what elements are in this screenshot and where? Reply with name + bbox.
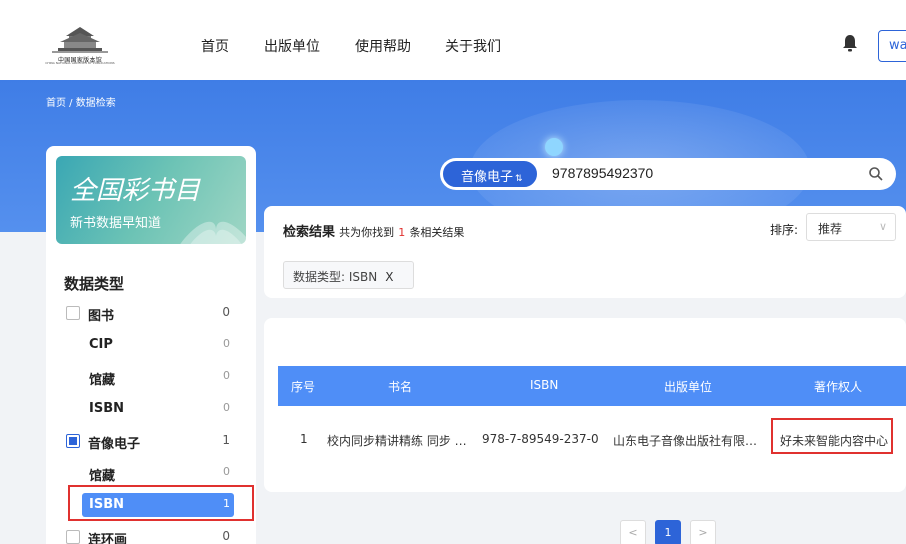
col-index: 序号 xyxy=(291,380,316,394)
subcategory-count: 0 xyxy=(223,401,230,414)
bell-icon[interactable] xyxy=(842,34,858,52)
nav-home[interactable]: 首页 xyxy=(201,36,229,56)
results-prefix: 共为你找到 xyxy=(339,226,395,239)
filter-tag-label: 数据类型: ISBN xyxy=(293,270,378,284)
col-copyright-holder: 著作权人 xyxy=(814,380,863,394)
search-icon[interactable] xyxy=(868,166,884,182)
sort-label: 排序: xyxy=(770,223,799,237)
subcategory-label: 馆藏 xyxy=(89,469,116,484)
subcategory-label: 馆藏 xyxy=(89,373,116,388)
building-logo-icon xyxy=(52,27,108,53)
swap-icon: ⇅ xyxy=(515,174,523,184)
category-label: 音像电子 xyxy=(88,437,141,452)
subcategory-label: CIP xyxy=(89,337,113,352)
subcategory-books-isbn[interactable]: ISBN 0 xyxy=(89,397,230,421)
search-type-selector[interactable]: 音像电子 ⇅ xyxy=(443,161,537,187)
subcategory-label: ISBN xyxy=(89,401,124,416)
highlight-box-copyright xyxy=(771,418,893,454)
sort-select[interactable]: 推荐 ∨ xyxy=(806,213,896,241)
checkbox[interactable] xyxy=(66,306,80,320)
col-isbn: ISBN xyxy=(530,378,559,392)
nav-help[interactable]: 使用帮助 xyxy=(355,36,411,56)
category-label: 连环画 xyxy=(88,533,128,544)
promo-subtitle: 新书数据早知道 xyxy=(70,216,162,231)
checkbox[interactable] xyxy=(66,434,80,448)
category-comics[interactable]: 连环画 0 xyxy=(66,525,230,544)
category-count: 0 xyxy=(222,529,230,543)
promo-banner[interactable]: 全国彩书目 新书数据早知道 xyxy=(56,156,246,244)
results-summary: 检索结果 共为你找到 1 条相关结果 xyxy=(283,221,464,240)
results-title: 检索结果 xyxy=(283,225,336,240)
subcategory-audio-collection[interactable]: 馆藏 0 xyxy=(89,461,230,485)
results-count: 1 xyxy=(398,226,406,239)
subcategory-count: 0 xyxy=(223,337,230,350)
banner-light-dot xyxy=(545,138,563,156)
chevron-down-icon: ∨ xyxy=(878,220,887,233)
cell-title[interactable]: 校内同步精讲精练 同步 … xyxy=(327,432,475,449)
subcategory-books-collection[interactable]: 馆藏 0 xyxy=(89,365,230,389)
subcategory-books-cip[interactable]: CIP 0 xyxy=(89,333,230,357)
breadcrumb[interactable]: 首页 / 数据检索 xyxy=(46,94,116,109)
pagination-next[interactable]: > xyxy=(690,520,716,544)
site-logo[interactable]: 中国国家版本馆 CHINA NATIONAL ARCHIVES OF PUBLI… xyxy=(44,24,116,65)
data-type-title: 数据类型 xyxy=(64,275,125,293)
subcategory-count: 0 xyxy=(223,465,230,478)
open-book-icon xyxy=(180,221,246,244)
pagination-prev[interactable]: < xyxy=(620,520,646,544)
search-type-label: 音像电子 xyxy=(461,170,514,185)
results-suffix: 条相关结果 xyxy=(409,226,465,239)
col-publisher: 出版单位 xyxy=(664,380,713,394)
filter-tag[interactable]: 数据类型: ISBN X xyxy=(283,261,414,289)
search-input[interactable] xyxy=(552,165,852,181)
cell-index: 1 xyxy=(300,432,308,446)
logo-subtext: CHINA NATIONAL ARCHIVES OF PUBLICATIONS xyxy=(45,61,115,65)
cell-isbn: 978-7-89549-237-0 xyxy=(482,432,599,446)
col-title: 书名 xyxy=(388,380,413,394)
sort-value: 推荐 xyxy=(818,222,843,236)
user-account-button[interactable]: wa xyxy=(878,30,906,62)
highlight-box-isbn xyxy=(68,485,254,521)
category-audio-electronic[interactable]: 音像电子 1 xyxy=(66,429,230,453)
subcategory-count: 0 xyxy=(223,369,230,382)
category-books[interactable]: 图书 0 xyxy=(66,301,230,325)
category-count: 1 xyxy=(222,433,230,447)
category-label: 图书 xyxy=(88,309,115,324)
nav-about[interactable]: 关于我们 xyxy=(445,36,501,56)
nav-publishers[interactable]: 出版单位 xyxy=(264,36,320,56)
checkbox[interactable] xyxy=(66,530,80,544)
pagination-page-current[interactable]: 1 xyxy=(655,520,681,544)
close-icon[interactable]: X xyxy=(385,270,393,284)
category-count: 0 xyxy=(222,305,230,319)
table-header: 序号 书名 ISBN 出版单位 著作权人 xyxy=(278,366,906,406)
cell-publisher: 山东电子音像出版社有限… xyxy=(613,434,758,448)
search-bar: 音像电子 ⇅ xyxy=(440,158,896,190)
